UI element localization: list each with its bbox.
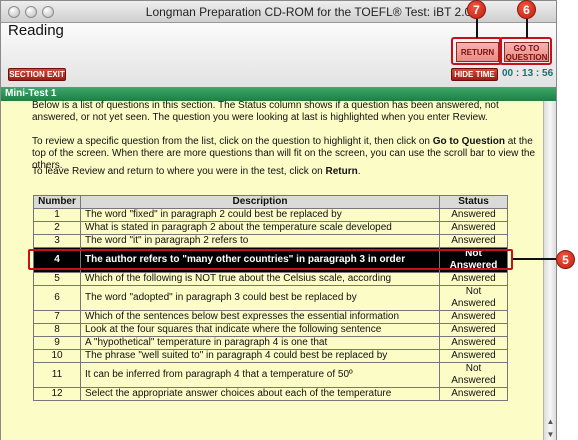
- table-row[interactable]: 6 The word "adopted" in paragraph 3 could…: [33, 285, 508, 311]
- question-status: Answered: [439, 387, 508, 401]
- question-description: What is stated in paragraph 2 about the …: [80, 221, 440, 235]
- table-row[interactable]: 5 Which of the following is NOT true abou…: [33, 272, 508, 286]
- column-header-status: Status: [439, 195, 508, 209]
- scroll-up-icon[interactable]: ▲: [545, 416, 556, 427]
- question-status: Answered: [439, 323, 508, 337]
- question-status: Not Answered: [439, 285, 508, 311]
- callout-badge-7: 7: [467, 0, 486, 19]
- question-number: 3: [33, 234, 81, 248]
- callout-leader-line: [513, 258, 556, 260]
- question-number: 11: [33, 362, 81, 388]
- table-row[interactable]: 10 The phrase "well suited to" in paragra…: [33, 349, 508, 363]
- question-description: Which of the sentences below best expres…: [80, 310, 440, 324]
- question-description: Look at the four squares that indicate w…: [80, 323, 440, 337]
- table-row[interactable]: 1 The word "fixed" in paragraph 2 could b…: [33, 208, 508, 222]
- vertical-scrollbar[interactable]: ▲ ▼: [543, 101, 556, 440]
- column-header-description: Description: [80, 195, 440, 209]
- question-description: The phrase "well suited to" in paragraph…: [80, 349, 440, 363]
- question-number: 2: [33, 221, 81, 235]
- mini-test-label: Mini-Test 1: [5, 88, 57, 99]
- question-description: It can be inferred from paragraph 4 that…: [80, 362, 440, 388]
- instructions-emphasis: Return: [325, 166, 358, 177]
- mini-test-bar: Mini-Test 1: [1, 87, 556, 101]
- question-description: Which of the following is NOT true about…: [80, 272, 440, 286]
- table-row[interactable]: 3 The word "it" in paragraph 2 refers to A…: [33, 234, 508, 248]
- question-number: 6: [33, 285, 81, 311]
- question-status: Answered: [439, 336, 508, 350]
- question-number: 1: [33, 208, 81, 222]
- question-status: Not Answered: [439, 362, 508, 388]
- instructions-emphasis: Go to Question: [432, 136, 505, 147]
- minimize-window-icon[interactable]: [25, 6, 37, 18]
- question-status: Answered: [439, 310, 508, 324]
- hide-time-button[interactable]: HIDE TIME: [451, 68, 498, 81]
- callout-leader-line: [476, 19, 478, 38]
- question-status: Answered: [439, 349, 508, 363]
- question-status: Answered: [439, 221, 508, 235]
- question-status: Answered: [439, 272, 508, 286]
- zoom-window-icon[interactable]: [42, 6, 54, 18]
- table-row[interactable]: 2 What is stated in paragraph 2 about the…: [33, 221, 508, 235]
- question-description: The word "fixed" in paragraph 2 could be…: [80, 208, 440, 222]
- close-window-icon[interactable]: [8, 6, 20, 18]
- question-number: 7: [33, 310, 81, 324]
- question-description: The word "adopted" in paragraph 3 could …: [80, 285, 440, 311]
- callout-leader-line: [526, 19, 528, 38]
- table-row[interactable]: 8 Look at the four squares that indicate …: [33, 323, 508, 337]
- instructions-paragraph-3: To leave Review and return to where you …: [32, 166, 538, 178]
- column-header-number: Number: [33, 195, 81, 209]
- countdown-timer: 00 : 13 : 56: [502, 68, 554, 79]
- section-exit-button[interactable]: SECTION EXIT: [8, 68, 66, 81]
- question-number: 9: [33, 336, 81, 350]
- go-to-question-callout-outline: [499, 37, 552, 65]
- table-row[interactable]: 11 It can be inferred from paragraph 4 th…: [33, 362, 508, 388]
- instructions-text: To leave Review and return to where you …: [32, 166, 326, 177]
- question-list-table: Number Description Status 1 The word "fix…: [33, 195, 508, 401]
- section-title: Reading: [8, 22, 64, 39]
- instructions-text: .: [357, 166, 361, 177]
- scroll-down-icon[interactable]: ▼: [545, 429, 556, 440]
- question-number: 10: [33, 349, 81, 363]
- callout-badge-5: 5: [556, 250, 575, 269]
- instructions-paragraph-1: Below is a list of questions in this sec…: [32, 100, 499, 123]
- table-row[interactable]: 9A "hypothetical" temperature in paragra…: [33, 336, 508, 350]
- question-status: Answered: [439, 208, 508, 222]
- selected-row-callout-outline: [28, 249, 513, 270]
- question-description: A "hypothetical" temperature in paragrap…: [80, 336, 440, 350]
- instructions-text: To review a specific question from the l…: [32, 136, 433, 147]
- return-callout-outline: [451, 37, 502, 65]
- question-description: The word "it" in paragraph 2 refers to: [80, 234, 440, 248]
- question-status: Answered: [439, 234, 508, 248]
- question-number: 5: [33, 272, 81, 286]
- table-header-row: Number Description Status: [33, 195, 508, 209]
- question-number: 8: [33, 323, 81, 337]
- question-number: 12: [33, 387, 81, 401]
- table-row[interactable]: 12 Select the appropriate answer choices …: [33, 387, 508, 401]
- table-row[interactable]: 7 Which of the sentences below best expre…: [33, 310, 508, 324]
- callout-badge-6: 6: [517, 0, 536, 19]
- question-description: Select the appropriate answer choices ab…: [80, 387, 440, 401]
